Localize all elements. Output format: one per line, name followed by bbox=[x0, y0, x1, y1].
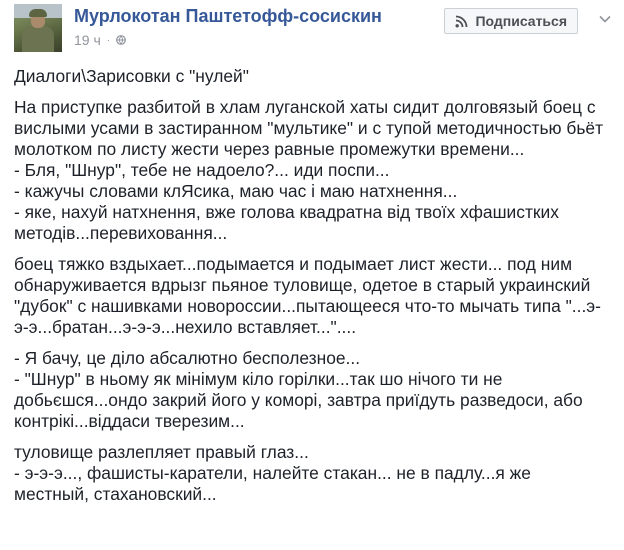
rss-icon bbox=[455, 15, 468, 27]
text-line: контрікі...віддаси тверезим... bbox=[14, 411, 245, 431]
text-line: Диалоги\Зарисовки с "нулей" bbox=[14, 66, 249, 86]
text-line: - Я бачу, це діло абсалютно бесполезное.… bbox=[14, 348, 361, 368]
post-paragraph: Диалоги\Зарисовки с "нулей" bbox=[14, 66, 614, 87]
text-line: местный, стахановский... bbox=[14, 484, 217, 504]
meta-separator: · bbox=[106, 34, 111, 46]
text-line: - э-э-э..., фашисты-каратели, налейте ст… bbox=[14, 463, 531, 483]
post-body: Диалоги\Зарисовки с "нулей" На приступке … bbox=[14, 66, 614, 515]
post-paragraph: - Я бачу, це діло абсалютно бесполезное.… bbox=[14, 348, 614, 432]
post-meta: 19 ч · bbox=[74, 32, 127, 48]
text-line: добьєшся...ондо закрий його у коморі, за… bbox=[14, 390, 583, 410]
author-name[interactable]: Мурлокотан Паштетофф-сосискин bbox=[74, 6, 382, 27]
post-paragraph: туловище разлепляет правый глаз... - э-э-… bbox=[14, 442, 614, 505]
facebook-post: Мурлокотан Паштетофф-сосискин 19 ч · Под… bbox=[0, 0, 624, 550]
post-paragraph: На приступке разбитой в хлам луганской х… bbox=[14, 97, 614, 244]
post-paragraph: боец тяжко вздыхает...подымается и подым… bbox=[14, 254, 614, 338]
text-line: - Бля, "Шнур", тебе не надоело?... иди п… bbox=[14, 160, 390, 180]
text-line: боец тяжко вздыхает...подымается и подым… bbox=[14, 254, 573, 274]
chevron-down-icon[interactable] bbox=[598, 12, 612, 26]
post-timestamp[interactable]: 19 ч bbox=[74, 32, 101, 48]
text-line: методів...перевиховання... bbox=[14, 223, 228, 243]
globe-icon bbox=[116, 35, 127, 45]
text-line: На приступке разбитой в хлам луганской х… bbox=[14, 97, 596, 117]
text-line: молотком по листу жести через равные про… bbox=[14, 139, 525, 159]
follow-button[interactable]: Подписаться bbox=[444, 8, 578, 34]
follow-label: Подписаться bbox=[475, 13, 567, 29]
text-line: вислыми усами в застиранном "мультике" и… bbox=[14, 118, 604, 138]
post-header: Мурлокотан Паштетофф-сосискин 19 ч · Под… bbox=[14, 4, 614, 56]
text-line: "дубок" с нашивками новороссии...пытающе… bbox=[14, 296, 601, 316]
text-line: туловище разлепляет правый глаз... bbox=[14, 442, 309, 462]
text-line: - "Шнур" в ньому як мінімум кіло горілки… bbox=[14, 369, 503, 389]
text-line: - кажучы словами клЯсика, маю час і маю … bbox=[14, 181, 458, 201]
text-line: обнаруживается вдрызг пьяное туловище, о… bbox=[14, 275, 591, 295]
text-line: - яке, нахуй натхнення, вже голова квадр… bbox=[14, 202, 559, 222]
author-avatar[interactable] bbox=[14, 4, 62, 52]
text-line: э-э...братан...э-э-э...нехило вставляет.… bbox=[14, 317, 357, 337]
